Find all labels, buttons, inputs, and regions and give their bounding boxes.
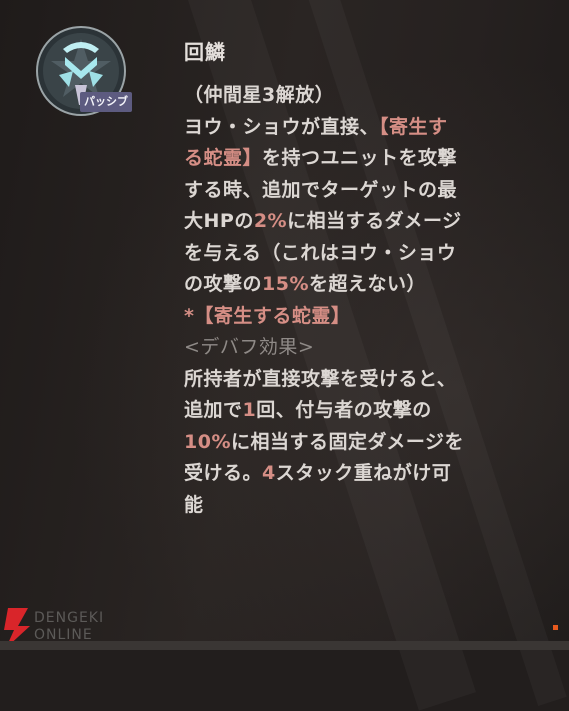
text: 追加で — [184, 399, 243, 421]
desc-line: ヨウ・ショウが直接、【寄生す — [184, 112, 534, 144]
text: ヨウ・ショウが直接、 — [184, 115, 380, 138]
text: の攻撃の — [184, 273, 263, 295]
indicator-dot — [553, 625, 558, 630]
watermark-line1: DENGEKI — [34, 610, 105, 626]
text: スタック重ねがけ可 — [275, 462, 452, 484]
note-title: *【寄生する蛇霊】 — [184, 304, 351, 327]
text: に相当する固定ダメージを — [230, 430, 465, 453]
passive-badge: パッシブ — [80, 92, 132, 112]
note-line: 10%に相当する固定ダメージを — [184, 427, 534, 459]
note-line: 能 — [184, 493, 204, 516]
desc-line: る蛇霊】を持つユニットを攻撃 — [184, 143, 534, 175]
debuff-name: る蛇霊】 — [184, 147, 263, 169]
desc-line: する時、追加でターゲットの最 — [184, 178, 458, 201]
text: 受ける。 — [184, 462, 263, 484]
value: 4 — [262, 462, 276, 484]
value: 10% — [184, 430, 231, 453]
text: を超えない） — [309, 273, 427, 295]
desc-line: の攻撃の15%を超えない） — [184, 269, 534, 301]
debuff-tag: <デバフ効果> — [184, 336, 315, 358]
desc-line: を与える（これはヨウ・ショウ — [184, 241, 457, 264]
value: 1 — [242, 399, 257, 421]
skill-title: 回鱗 — [184, 40, 226, 64]
text: を持つユニットを攻撃 — [262, 147, 458, 169]
bottom-bar — [0, 641, 569, 650]
value: 15% — [262, 273, 309, 295]
text: 回、付与者の攻撃の — [256, 399, 432, 421]
skill-description: （仲間星3解放） ヨウ・ショウが直接、【寄生す る蛇霊】を持つユニットを攻撃 す… — [184, 80, 534, 521]
debuff-name: 【寄生す — [379, 115, 448, 138]
text: に相当するダメージ — [287, 210, 462, 232]
value: 2% — [253, 210, 288, 232]
note-line: 追加で1回、付与者の攻撃の — [184, 395, 534, 427]
desc-line: 大HPの2%に相当するダメージ — [184, 206, 534, 238]
unlock-condition: （仲間星3解放） — [184, 84, 335, 106]
text: 大HPの — [184, 210, 254, 232]
note-line: 所持者が直接攻撃を受けると、 — [184, 367, 457, 390]
note-line: 受ける。4スタック重ねがけ可 — [184, 458, 534, 490]
